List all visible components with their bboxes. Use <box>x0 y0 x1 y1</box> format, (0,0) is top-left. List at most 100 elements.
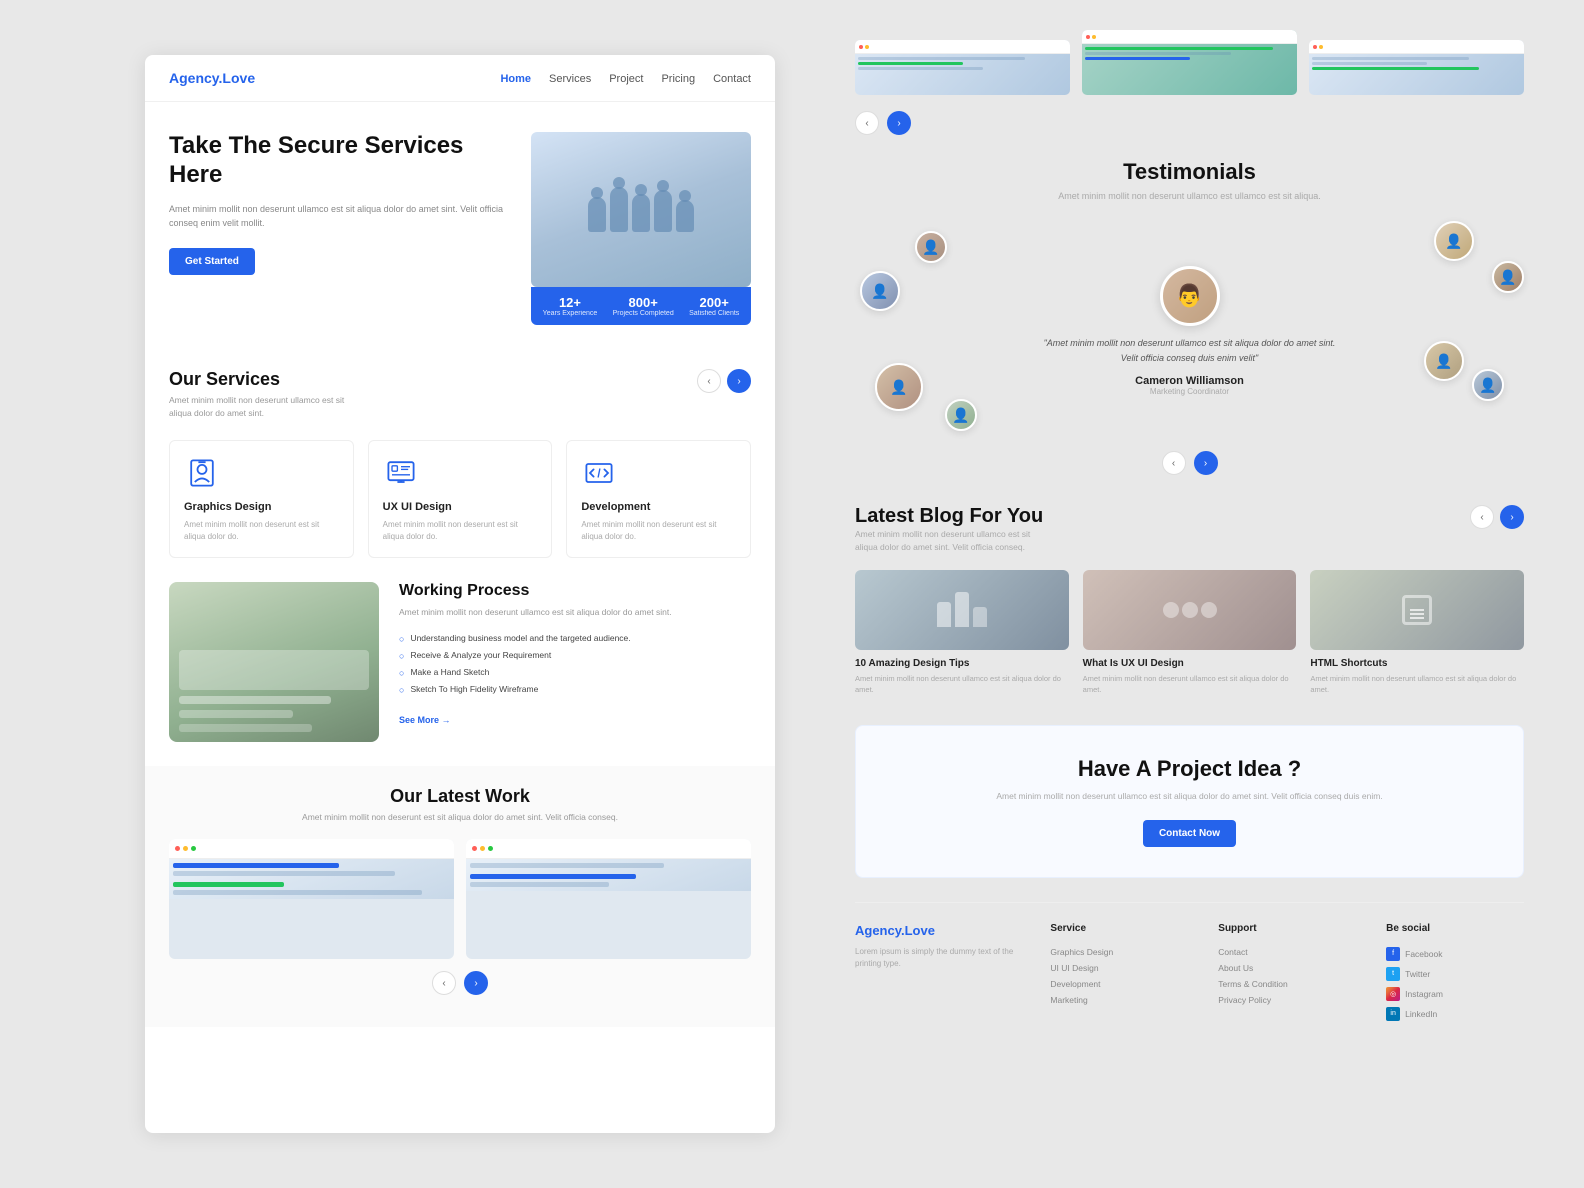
services-next-button[interactable]: › <box>727 369 751 393</box>
person-5 <box>676 200 694 232</box>
float-avatar-7: 👤 <box>1472 369 1504 401</box>
graphics-design-icon <box>184 455 220 491</box>
facebook-icon: f <box>1386 947 1400 961</box>
hero-people <box>588 187 694 232</box>
cta-section: Have A Project Idea ? Amet minim mollit … <box>855 725 1524 878</box>
port-card-2-inner <box>1082 30 1297 95</box>
working-step-4: Sketch To High Fidelity Wireframe <box>399 681 751 698</box>
work-grid <box>169 839 751 959</box>
work-line <box>173 882 284 887</box>
work-card-1-body <box>169 859 454 899</box>
services-grid: Graphics Design Amet minim mollit non de… <box>169 440 751 558</box>
main-testimonial-avatar: 👨 <box>1160 266 1220 326</box>
blog-card-3-title: HTML Shortcuts <box>1310 658 1524 669</box>
blog-card-3-desc: Amet minim mollit non deserunt ullamco e… <box>1310 673 1524 696</box>
stat-projects-number: 800+ <box>613 295 674 310</box>
cta-button[interactable]: Contact Now <box>1143 820 1236 847</box>
blog-arrows: ‹ › <box>1470 505 1524 529</box>
port-card-3-inner <box>1309 40 1524 95</box>
service-card-uxui: UX UI Design Amet minim mollit non deser… <box>368 440 553 558</box>
stat-projects: 800+ Projects Completed <box>613 295 674 317</box>
blog-next-button[interactable]: › <box>1500 505 1524 529</box>
left-panel: Agency.Love Home Services Project Pricin… <box>145 55 775 1133</box>
work-card-2 <box>466 839 751 959</box>
working-process-section: Working Process Amet minim mollit non de… <box>145 582 775 766</box>
blog-prev-button[interactable]: ‹ <box>1470 505 1494 529</box>
nav-link-pricing[interactable]: Pricing <box>661 73 695 85</box>
carousel-prev-button[interactable]: ‹ <box>855 111 879 135</box>
footer-link-privacy[interactable]: Privacy Policy <box>1218 992 1356 1008</box>
nav-link-home[interactable]: Home <box>500 73 531 85</box>
hero-left: Take The Secure Services Here Amet minim… <box>169 132 511 325</box>
working-process-list: Understanding business model and the tar… <box>399 630 751 698</box>
uxui-design-icon <box>383 455 419 491</box>
footer-link-contact[interactable]: Contact <box>1218 944 1356 960</box>
nav-link-project[interactable]: Project <box>609 73 643 85</box>
carousel-next-button[interactable]: › <box>887 111 911 135</box>
blog-card-2-title: What Is UX UI Design <box>1083 658 1297 669</box>
work-card-2-header <box>466 839 751 859</box>
testimonials-description: Amet minim mollit non deserunt ullamco e… <box>855 191 1524 201</box>
footer-social-column: Be social f Facebook t Twitter ◎ Instagr… <box>1386 923 1524 1024</box>
footer-support-title: Support <box>1218 923 1356 934</box>
services-prev-button[interactable]: ‹ <box>697 369 721 393</box>
work-line <box>470 863 664 868</box>
nav-links: Home Services Project Pricing Contact <box>500 69 751 87</box>
float-avatar-4: 👤 <box>945 399 977 431</box>
services-arrows: ‹ › <box>697 369 751 393</box>
see-more-link[interactable]: See More → <box>399 715 451 725</box>
service-development-name: Development <box>581 501 736 513</box>
footer-service-title: Service <box>1050 923 1188 934</box>
testimonial-prev-button[interactable]: ‹ <box>1162 451 1186 475</box>
services-header-left: Our Services Amet minim mollit non deser… <box>169 369 369 420</box>
footer-support-links: Contact About Us Terms & Condition Priva… <box>1218 944 1356 1008</box>
hero-image <box>531 132 751 287</box>
blog-card-3: HTML Shortcuts Amet minim mollit non des… <box>1310 570 1524 696</box>
stat-experience-label: Years Experience <box>543 310 598 317</box>
footer-social-linkedin[interactable]: in LinkedIn <box>1386 1004 1524 1024</box>
hero-cta-button[interactable]: Get Started <box>169 248 255 275</box>
testimonial-next-button[interactable]: › <box>1194 451 1218 475</box>
testimonial-role: Marketing Coordinator <box>1040 387 1340 396</box>
footer-link-development[interactable]: Development <box>1050 976 1188 992</box>
blog-image-3-inner <box>1310 570 1524 650</box>
blog-card-2-desc: Amet minim mollit non deserunt ullamco e… <box>1083 673 1297 696</box>
nav-link-contact[interactable]: Contact <box>713 73 751 85</box>
blog-image-2 <box>1083 570 1297 650</box>
port-card-1 <box>855 40 1070 95</box>
work-line <box>470 874 636 879</box>
footer-social-instagram[interactable]: ◎ Instagram <box>1386 984 1524 1004</box>
footer-link-about[interactable]: About Us <box>1218 960 1356 976</box>
pagination: ‹ › <box>169 959 751 1007</box>
working-process-description: Amet minim mollit non deserunt ullamco e… <box>399 606 751 619</box>
services-description: Amet minim mollit non deserunt ullamco e… <box>169 394 369 420</box>
port-card-1-inner <box>855 40 1070 95</box>
work-next-button[interactable]: › <box>464 971 488 995</box>
right-panel: ‹ › Testimonials Amet minim mollit non d… <box>775 0 1584 1188</box>
footer-link-uxui[interactable]: UI UI Design <box>1050 960 1188 976</box>
footer-service-column: Service Graphics Design UI UI Design Dev… <box>1050 923 1188 1024</box>
instagram-icon: ◎ <box>1386 987 1400 1001</box>
blog-grid: 10 Amazing Design Tips Amet minim mollit… <box>855 570 1524 696</box>
footer-social-twitter[interactable]: t Twitter <box>1386 964 1524 984</box>
working-image-inner <box>169 582 379 742</box>
footer-link-terms[interactable]: Terms & Condition <box>1218 976 1356 992</box>
hero-image-area: 12+ Years Experience 800+ Projects Compl… <box>531 132 751 325</box>
person-4 <box>654 190 672 232</box>
person-3 <box>632 194 650 232</box>
blog-header: Latest Blog For You Amet minim mollit no… <box>855 505 1524 554</box>
working-step-2: Receive & Analyze your Requirement <box>399 647 751 664</box>
nav-link-services[interactable]: Services <box>549 73 591 85</box>
footer-link-marketing[interactable]: Marketing <box>1050 992 1188 1008</box>
footer-link-graphics[interactable]: Graphics Design <box>1050 944 1188 960</box>
blog-card-1-desc: Amet minim mollit non deserunt ullamco e… <box>855 673 1069 696</box>
testimonials-section: Testimonials Amet minim mollit non deser… <box>855 159 1524 475</box>
stat-experience-number: 12+ <box>543 295 598 310</box>
hero-title: Take The Secure Services Here <box>169 132 511 190</box>
work-prev-button[interactable]: ‹ <box>432 971 456 995</box>
blog-description: Amet minim mollit non deserunt ullamco e… <box>855 528 1035 554</box>
footer-social-facebook[interactable]: f Facebook <box>1386 944 1524 964</box>
port-card-2 <box>1082 30 1297 95</box>
cta-title: Have A Project Idea ? <box>876 756 1503 782</box>
twitter-icon: t <box>1386 967 1400 981</box>
